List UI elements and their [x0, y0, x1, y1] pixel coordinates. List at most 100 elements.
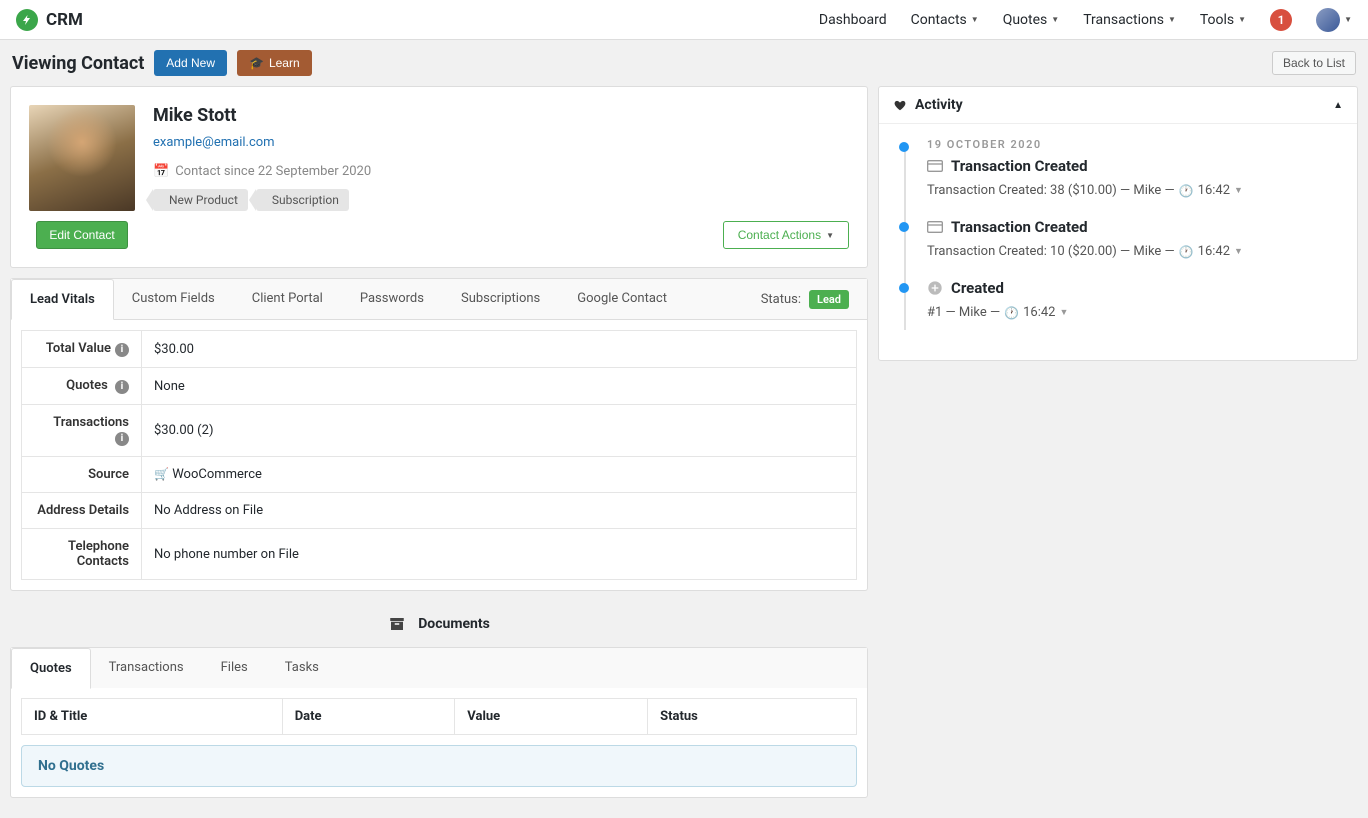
clock-icon: 🕐 — [1004, 306, 1019, 320]
logo-icon — [16, 9, 38, 31]
chevron-down-icon: ▼ — [1051, 15, 1059, 24]
calendar-icon: 📅 — [153, 164, 169, 179]
documents-title: Documents — [418, 616, 490, 632]
nav-dashboard[interactable]: Dashboard — [819, 12, 887, 28]
timeline-title: Created — [951, 279, 1004, 297]
activity-panel: Activity ▲ 19 OCTOBER 2020 Transaction C… — [878, 86, 1358, 361]
nav-quotes[interactable]: Quotes▼ — [1003, 12, 1060, 28]
doc-tab-tasks[interactable]: Tasks — [267, 648, 338, 688]
nav-contacts[interactable]: Contacts ▼ — [911, 12, 979, 28]
back-to-list-button[interactable]: Back to List — [1272, 51, 1356, 75]
nav-quotes-label: Quotes — [1003, 12, 1048, 28]
timeline-item: Created #1 — Mike — 🕐 16:42 ▼ — [899, 279, 1337, 320]
contact-name: Mike Stott — [153, 105, 849, 126]
documents-area: Documents Quotes Transactions Files Task… — [10, 601, 868, 798]
doc-tab-transactions[interactable]: Transactions — [91, 648, 203, 688]
contact-actions-label: Contact Actions — [738, 228, 821, 242]
timeline-time: 16:42 — [1198, 183, 1230, 198]
notification-badge[interactable]: 1 — [1270, 9, 1292, 31]
timeline-date: 19 OCTOBER 2020 — [927, 138, 1337, 151]
timeline-desc: #1 — Mike — — [927, 305, 1000, 320]
status-label: Status: — [761, 292, 801, 307]
chevron-down-icon: ▼ — [826, 231, 834, 240]
timeline-dot — [899, 283, 909, 293]
clock-icon: 🕐 — [1179, 245, 1194, 259]
contact-since: 📅 Contact since 22 September 2020 — [153, 164, 849, 179]
graduation-cap-icon: 🎓 — [249, 56, 264, 70]
heartbeat-icon — [893, 98, 907, 112]
timeline-dot — [899, 142, 909, 152]
vitals-row-label: Address Details — [22, 493, 142, 529]
tab-passwords[interactable]: Passwords — [342, 279, 443, 319]
vitals-row-label: Telephone Contacts — [22, 529, 142, 580]
vitals-row-label: Source — [22, 457, 142, 493]
chevron-down-icon[interactable]: ▼ — [1059, 307, 1068, 318]
nav-tools[interactable]: Tools▼ — [1200, 12, 1246, 28]
vitals-row-value: None — [142, 368, 857, 405]
clock-icon: 🕐 — [1179, 184, 1194, 198]
tag[interactable]: New Product — [153, 189, 248, 211]
brand-name: CRM — [46, 10, 83, 30]
source-text: WooCommerce — [172, 467, 262, 482]
nav-transactions[interactable]: Transactions ▼ — [1083, 12, 1176, 28]
top-nav: Dashboard Contacts▼ Quotes▼ Transactions… — [819, 8, 1352, 32]
vitals-row-value: $30.00 — [142, 331, 857, 368]
timeline-title: Transaction Created — [951, 218, 1088, 236]
topbar: CRM Dashboard Contacts▼ Quotes▼ Transact… — [0, 0, 1368, 40]
plus-circle-icon — [927, 280, 943, 296]
col-date: Date — [282, 699, 455, 735]
card-icon — [927, 220, 943, 234]
documents-table: ID & Title Date Value Status — [21, 698, 857, 735]
timeline-desc: Transaction Created: 10 ($20.00) — Mike … — [927, 244, 1175, 259]
info-icon[interactable]: i — [115, 432, 129, 446]
cart-icon: 🛒 — [154, 467, 169, 481]
vitals-row-label: Quotes — [66, 378, 108, 393]
contact-actions-button[interactable]: Contact Actions ▼ — [723, 221, 849, 249]
col-id-title: ID & Title — [22, 699, 283, 735]
chevron-down-icon: ▼ — [1238, 15, 1246, 24]
doc-tab-quotes[interactable]: Quotes — [11, 648, 91, 689]
timeline-item: 19 OCTOBER 2020 Transaction Created Tran… — [899, 138, 1337, 198]
nav-transactions-label: Transactions — [1083, 12, 1164, 28]
timeline-desc: Transaction Created: 38 ($10.00) — Mike … — [927, 183, 1175, 198]
col-status: Status — [648, 699, 857, 735]
archive-icon — [388, 615, 406, 633]
collapse-icon[interactable]: ▲ — [1333, 100, 1343, 111]
timeline-item: Transaction Created Transaction Created:… — [899, 218, 1337, 259]
nav-dashboard-label: Dashboard — [819, 12, 887, 28]
tag[interactable]: Subscription — [256, 189, 349, 211]
chevron-down-icon: ▼ — [1168, 15, 1176, 24]
activity-timeline: 19 OCTOBER 2020 Transaction Created Tran… — [879, 124, 1357, 360]
tab-subscriptions[interactable]: Subscriptions — [443, 279, 559, 319]
chevron-down-icon[interactable]: ▼ — [1234, 246, 1243, 257]
tab-custom-fields[interactable]: Custom Fields — [114, 279, 234, 319]
info-icon[interactable]: i — [115, 343, 129, 357]
tab-client-portal[interactable]: Client Portal — [234, 279, 342, 319]
info-icon[interactable]: i — [115, 380, 129, 394]
vitals-row-value: $30.00 (2) — [142, 405, 857, 457]
doc-tab-files[interactable]: Files — [203, 648, 267, 688]
tab-google-contact[interactable]: Google Contact — [559, 279, 686, 319]
avatar — [1316, 8, 1340, 32]
add-new-button[interactable]: Add New — [154, 50, 227, 76]
col-value: Value — [455, 699, 648, 735]
contact-since-text: Contact since 22 September 2020 — [175, 164, 371, 179]
contact-email-link[interactable]: example@email.com — [153, 135, 275, 150]
no-quotes-notice: No Quotes — [21, 745, 857, 787]
vitals-row-value: No Address on File — [142, 493, 857, 529]
tab-lead-vitals[interactable]: Lead Vitals — [11, 279, 114, 320]
nav-contacts-label: Contacts — [911, 12, 967, 28]
page-header: Viewing Contact Add New 🎓 Learn Back to … — [0, 40, 1368, 86]
vitals-row-label: Transactions — [53, 415, 129, 430]
documents-tabs: Quotes Transactions Files Tasks — [11, 648, 867, 688]
user-menu[interactable]: ▼ — [1316, 8, 1352, 32]
timeline-dot — [899, 222, 909, 232]
vitals-tabs: Lead Vitals Custom Fields Client Portal … — [11, 279, 867, 320]
timeline-time: 16:42 — [1023, 305, 1055, 320]
chevron-down-icon: ▼ — [971, 15, 979, 24]
contact-card: Edit Contact Mike Stott example@email.co… — [10, 86, 868, 268]
chevron-down-icon[interactable]: ▼ — [1234, 185, 1243, 196]
learn-button[interactable]: 🎓 Learn — [237, 50, 312, 76]
page-title: Viewing Contact — [12, 53, 144, 74]
edit-contact-button[interactable]: Edit Contact — [36, 221, 127, 249]
